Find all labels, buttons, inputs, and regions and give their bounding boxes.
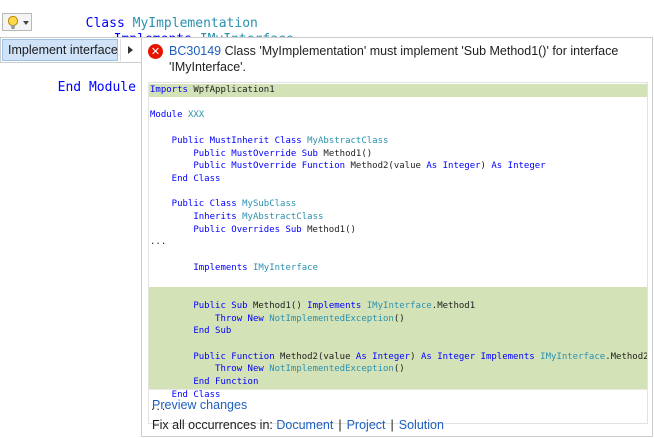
code-token: Public Sub	[150, 300, 248, 311]
error-text: BC30149 Class 'MyImplementation' must im…	[169, 43, 648, 75]
divider	[148, 389, 648, 390]
chevron-down-icon	[23, 21, 29, 25]
code-token: Module	[150, 110, 183, 121]
code-token: As Integer	[491, 161, 546, 172]
code-token: WpfApplication1	[187, 85, 275, 95]
fix-all-row: Fix all occurrences in: Document | Project…	[152, 418, 444, 432]
error-code-link[interactable]: BC30149	[169, 44, 221, 58]
code-token: IMyInterface	[366, 300, 432, 311]
code-token: As Integer Implements	[420, 351, 535, 362]
quick-actions-menu: Implement interface	[0, 37, 142, 63]
code-line: Module XXX	[149, 109, 647, 122]
code-line	[149, 338, 647, 351]
lightbulb-icon	[7, 15, 19, 29]
code-preview: Imports WpfApplication1 Module XXX Public…	[148, 82, 648, 424]
chevron-right-icon	[128, 46, 133, 54]
code-line: Throw New NotImplementedException()	[149, 312, 647, 326]
code-token: XXX	[187, 110, 205, 121]
error-message: ✕ BC30149 Class 'MyImplementation' must …	[148, 43, 648, 75]
code-token: End Sub	[150, 326, 232, 337]
code-line	[149, 287, 647, 300]
code-token: Method2(value	[345, 161, 427, 172]
fix-all-label: Fix all occurrences in:	[152, 418, 273, 432]
code-line: Implements IMyInterface	[149, 262, 647, 275]
code-token: Public MustOverride Sub	[150, 148, 318, 159]
code-token: .Method1	[431, 300, 476, 311]
code-token: ()	[393, 364, 405, 375]
code-token: NotImplementedException	[269, 313, 394, 324]
code-token: Method1()	[301, 224, 356, 235]
code-token: Inherits	[150, 212, 237, 222]
submenu-expander[interactable]	[120, 39, 140, 61]
scope-document-link[interactable]: Document	[276, 418, 333, 432]
code-line: Imports WpfApplication1	[149, 84, 647, 97]
code-token: NotImplementedException	[269, 364, 394, 375]
code-token: Imports	[150, 85, 188, 95]
code-token: As Integer	[426, 161, 481, 172]
code-token: ...	[150, 237, 167, 248]
code-line: End Class	[149, 173, 647, 186]
code-token: End Function	[150, 377, 259, 388]
code-token: ()	[393, 313, 405, 324]
code-line: End Sub	[149, 325, 647, 338]
code-line: Public MustOverride Function Method2(val…	[149, 160, 647, 173]
code-token: Public MustOverride Function	[150, 161, 346, 172]
code-line: Public Class MySubClass	[149, 198, 647, 211]
code-line: Inherits MyAbstractClass	[149, 211, 647, 224]
code-line: Throw New NotImplementedException()	[149, 363, 647, 377]
code-line: Public MustInherit Class MyAbstractClass	[149, 135, 647, 148]
code-token: IMyInterface	[540, 351, 606, 362]
code-token: Implements	[307, 300, 362, 311]
error-icon: ✕	[148, 44, 163, 59]
code-token: As Integer	[355, 351, 411, 362]
menu-item-implement-interface[interactable]: Implement interface	[2, 39, 118, 61]
code-token: Public Class	[150, 199, 237, 210]
scope-solution-link[interactable]: Solution	[399, 418, 444, 432]
code-token: Public Function	[150, 351, 275, 362]
separator: |	[338, 418, 342, 432]
code-token: IMyInterface	[252, 262, 318, 273]
code-token: Public Overrides Sub	[150, 224, 302, 235]
code-token: Method1()	[247, 300, 308, 311]
code-token: .Method2	[605, 351, 648, 362]
code-token: MyAbstractClass	[242, 212, 324, 222]
preview-pane: ✕ BC30149 Class 'MyImplementation' must …	[141, 37, 653, 437]
preview-changes-link[interactable]: Preview changes	[152, 398, 247, 412]
lightbulb-button[interactable]	[2, 13, 32, 31]
code-line: Public MustOverride Sub Method1()	[149, 148, 647, 161]
code-line: End Function	[149, 376, 647, 389]
code-token: Public MustInherit Class	[150, 135, 302, 146]
code-token: Implements	[150, 262, 248, 273]
code-line: Public Overrides Sub Method1()	[149, 224, 647, 237]
code-line: Public Sub Method1() Implements IMyInter…	[149, 299, 647, 313]
separator: |	[390, 418, 394, 432]
code-token: MySubClass	[242, 199, 297, 210]
scope-project-link[interactable]: Project	[347, 418, 386, 432]
editor-line-end-module: End Module	[42, 64, 136, 96]
code-token: Throw New	[150, 313, 264, 324]
code-line: ...	[149, 236, 647, 249]
error-description: Class 'MyImplementation' must implement …	[169, 44, 619, 74]
code-token: )	[480, 161, 492, 172]
code-token: Method1()	[317, 148, 373, 159]
code-line: Public Function Method2(value As Integer…	[149, 350, 648, 364]
code-token: End Class	[150, 173, 221, 184]
code-token: MyAbstractClass	[307, 135, 389, 146]
code-token: Throw New	[150, 364, 264, 375]
code-token: )	[410, 351, 421, 362]
end-module-text: End Module	[57, 80, 136, 95]
code-token: Method2(value	[274, 351, 356, 362]
